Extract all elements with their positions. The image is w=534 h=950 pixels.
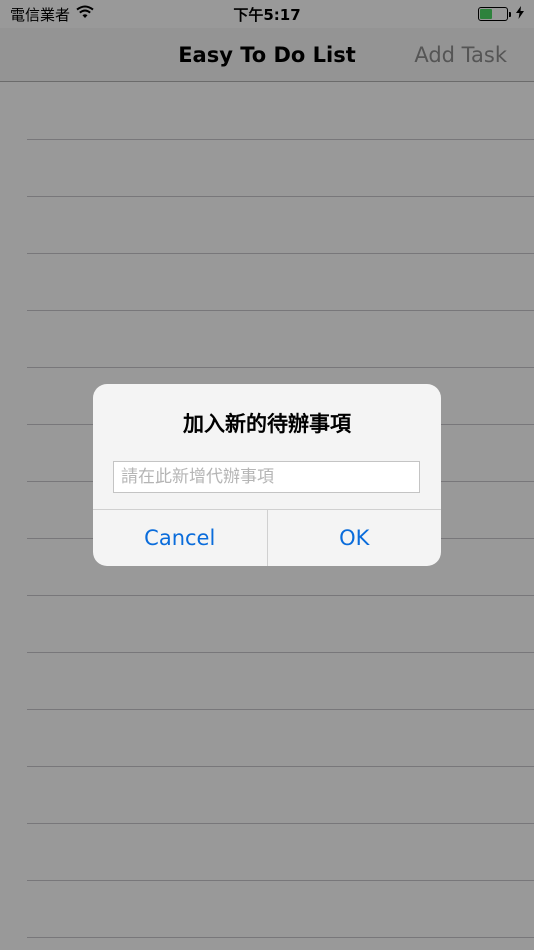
alert-button-row: Cancel OK (93, 509, 441, 566)
cancel-button[interactable]: Cancel (93, 510, 267, 566)
ok-button[interactable]: OK (266, 510, 442, 566)
screen: 電信業者 下午5:17 Easy To Do List Add Task 加入新… (0, 0, 534, 950)
task-input[interactable] (113, 461, 420, 493)
add-task-alert: 加入新的待辦事項 Cancel OK (93, 384, 441, 566)
alert-title: 加入新的待辦事項 (183, 412, 351, 436)
